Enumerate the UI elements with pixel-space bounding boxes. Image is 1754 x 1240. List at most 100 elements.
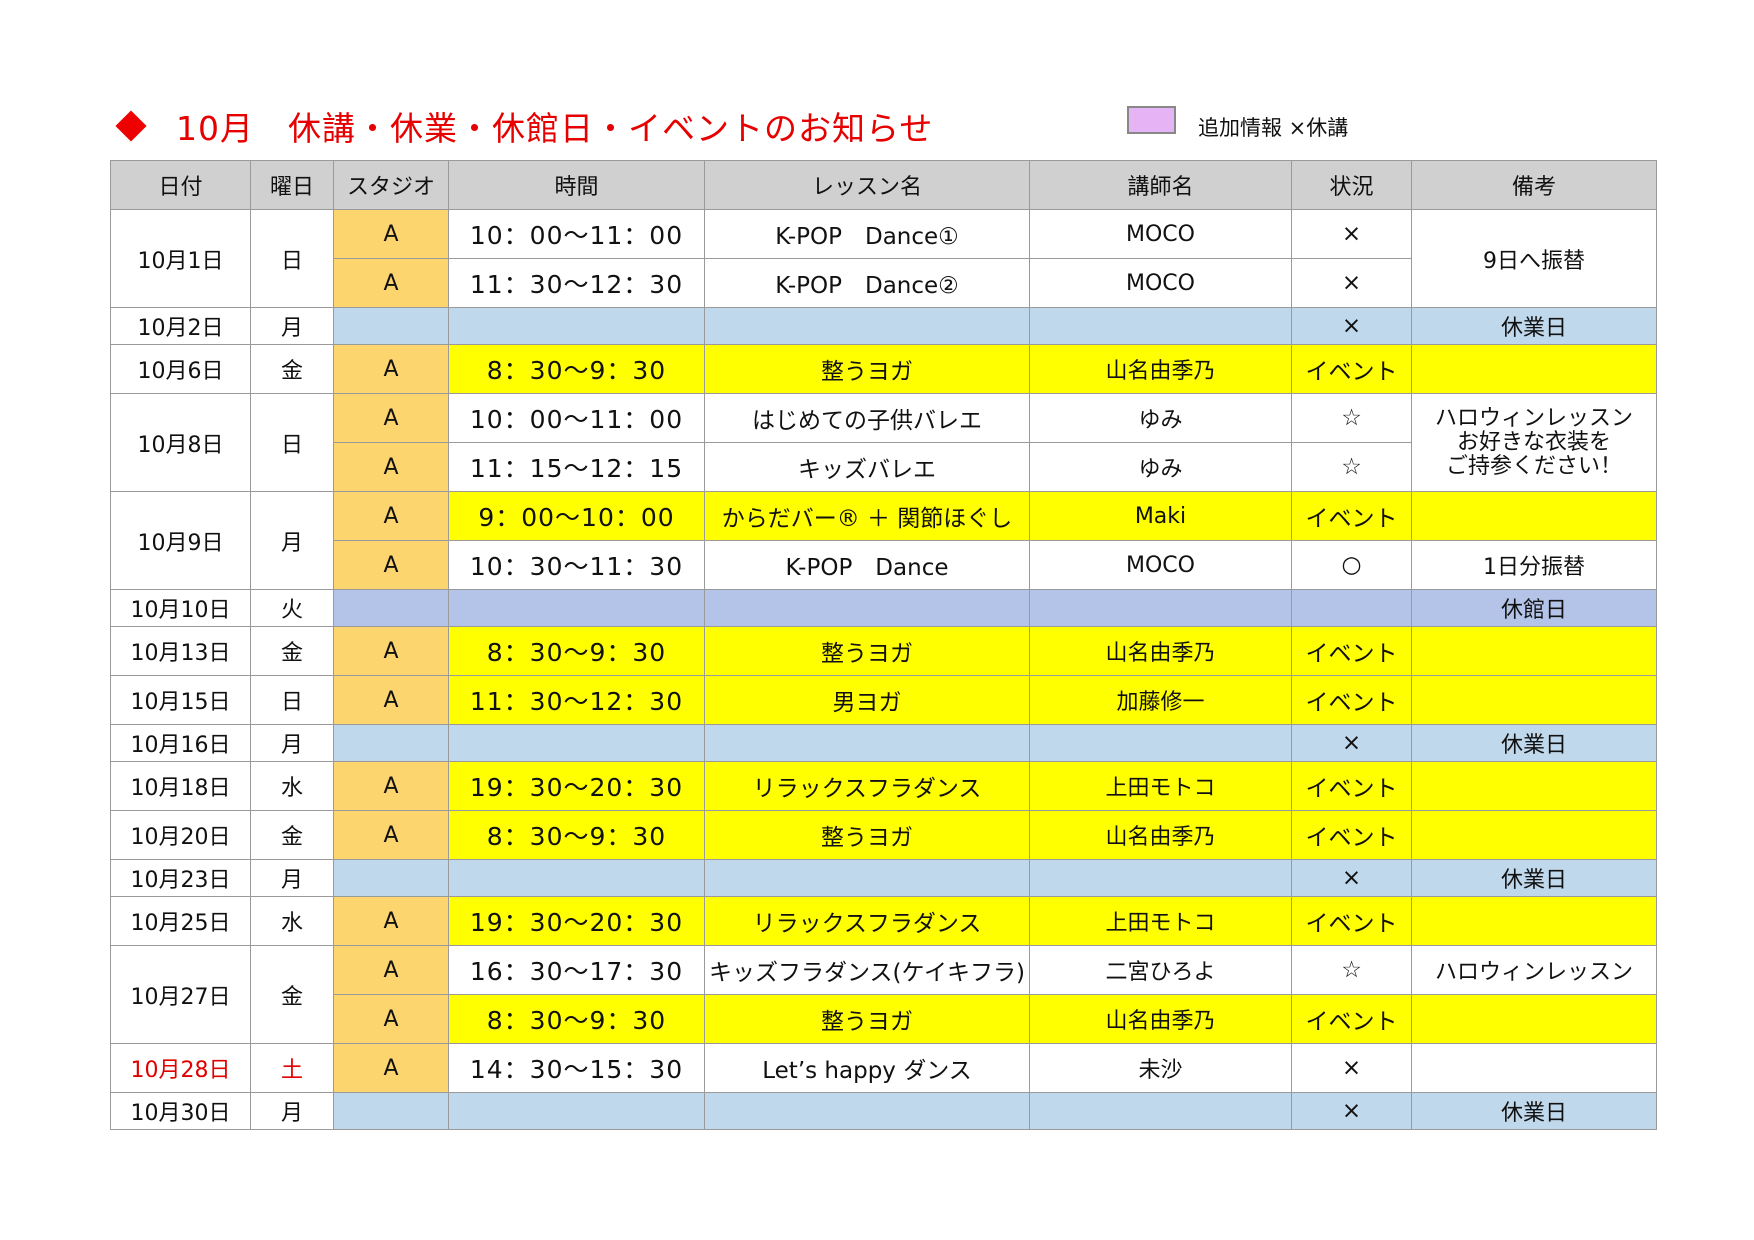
cell-status: イベント xyxy=(1291,626,1412,676)
header-status: 状況 xyxy=(1291,160,1412,210)
cell-instructor: 山名由季乃 xyxy=(1029,810,1292,860)
cell-instructor: MOCO xyxy=(1029,540,1292,590)
cell-note xyxy=(1411,344,1657,394)
cell-time: 8：30〜9：30 xyxy=(448,810,705,860)
note-line: お好きな衣装を xyxy=(1456,429,1611,455)
table-row: 10月1日 日 A 10：00〜11：00 K-POP Dance① MOCO … xyxy=(110,209,1657,308)
header-studio: スタジオ xyxy=(333,160,449,210)
cell-day: 金 xyxy=(250,810,334,860)
cell-note: 1日分振替 xyxy=(1411,540,1657,590)
cell-time: 10：00〜11：00 xyxy=(448,209,705,259)
header-row: 日付 曜日 スタジオ 時間 レッスン名 講師名 状況 備考 xyxy=(110,160,1657,210)
table-row-event: 10月20日 金 A 8：30〜9：30 整うヨガ 山名由季乃 イベント xyxy=(110,810,1657,860)
cell-day: 火 xyxy=(250,589,334,627)
cell-day: 月 xyxy=(250,491,334,590)
cell-lesson: リラックスフラダンス xyxy=(704,761,1030,811)
cell-day: 金 xyxy=(250,626,334,676)
cell-note: ハロウィンレッスン お好きな衣装を ご持参ください！ xyxy=(1411,393,1657,492)
cell-studio: A xyxy=(333,393,449,443)
cell-time: 11：30〜12：30 xyxy=(448,258,705,308)
cell-studio: A xyxy=(333,1043,449,1093)
table-row-closed: 10月10日 火 休館日 xyxy=(110,589,1657,627)
cell-lesson: リラックスフラダンス xyxy=(704,896,1030,946)
table-row: 10月27日 金 A 16：30〜17：30 キッズフラダンス(ケイキフラ) 二… xyxy=(110,945,1657,1044)
cell-lesson: 整うヨガ xyxy=(704,994,1030,1044)
header-lesson: レッスン名 xyxy=(704,160,1030,210)
cell-studio: A xyxy=(333,209,449,259)
cell-day: 水 xyxy=(250,761,334,811)
table-row-event: 10月13日 金 A 8：30〜9：30 整うヨガ 山名由季乃 イベント xyxy=(110,626,1657,676)
cell-studio: A xyxy=(333,945,449,995)
cell-status: ☆ xyxy=(1291,393,1412,443)
cell-lesson: 男ヨガ xyxy=(704,675,1030,725)
cell-status: × xyxy=(1291,724,1412,762)
cell-date: 10月20日 xyxy=(110,810,251,860)
cell-date: 10月15日 xyxy=(110,675,251,725)
cell-day: 日 xyxy=(250,675,334,725)
cell-day: 月 xyxy=(250,307,334,345)
cell-time: 9：00〜10：00 xyxy=(448,491,705,541)
page-title-area: 10月 休講・休業・休館日・イベントのお知らせ xyxy=(115,98,934,154)
table-row-event: 10月25日 水 A 19：30〜20：30 リラックスフラダンス 上田モトコ … xyxy=(110,896,1657,946)
cell-day: 月 xyxy=(250,724,334,762)
cell-lesson: キッズバレエ xyxy=(704,442,1030,492)
table-row-event: 10月9日 月 A 9：00〜10：00 からだバー® ＋ 関節ほぐし Maki… xyxy=(110,491,1657,590)
cell-time: 11：30〜12：30 xyxy=(448,675,705,725)
table-row-closed: 10月23日 月 × 休業日 xyxy=(110,859,1657,897)
cell-note: 休業日 xyxy=(1411,859,1657,897)
header-day: 曜日 xyxy=(250,160,334,210)
cell-date: 10月2日 xyxy=(110,307,251,345)
cell-lesson: K-POP Dance② xyxy=(704,258,1030,308)
table-row-closed: 10月16日 月 × 休業日 xyxy=(110,724,1657,762)
cell-instructor: 上田モトコ xyxy=(1029,761,1292,811)
cell-instructor: Maki xyxy=(1029,491,1292,541)
note-line: ご持参ください！ xyxy=(1445,453,1622,479)
cell-note: 休館日 xyxy=(1411,589,1657,627)
cell-date: 10月23日 xyxy=(110,859,251,897)
cell-note xyxy=(1411,626,1657,676)
table-row: 10月28日 土 A 14：30〜15：30 Let’s happy ダンス 未… xyxy=(110,1043,1657,1093)
cell-time: 8：30〜9：30 xyxy=(448,626,705,676)
table-row: 10月8日 日 A 10：00〜11：00 はじめての子供バレエ ゆみ ☆ ハロ… xyxy=(110,393,1657,492)
cell-instructor: ゆみ xyxy=(1029,393,1292,443)
cell-status: × xyxy=(1291,209,1412,259)
cell-studio: A xyxy=(333,258,449,308)
cell-studio: A xyxy=(333,540,449,590)
cell-instructor: 二宮ひろよ xyxy=(1029,945,1292,995)
cell-lesson: 整うヨガ xyxy=(704,626,1030,676)
cell-day: 日 xyxy=(250,209,334,308)
cell-note: 9日へ振替 xyxy=(1411,209,1657,308)
cell-note xyxy=(1411,810,1657,860)
cell-date: 10月27日 xyxy=(110,945,251,1044)
cell-instructor: 山名由季乃 xyxy=(1029,344,1292,394)
legend: 追加情報 ×休講 xyxy=(1127,106,1348,142)
cell-date: 10月18日 xyxy=(110,761,251,811)
cell-note xyxy=(1411,675,1657,725)
cell-studio: A xyxy=(333,675,449,725)
cell-day: 月 xyxy=(250,859,334,897)
cell-studio: A xyxy=(333,896,449,946)
cell-status xyxy=(1291,589,1412,627)
cell-day: 金 xyxy=(250,945,334,1044)
cell-note xyxy=(1411,761,1657,811)
cell-time: 10：30〜11：30 xyxy=(448,540,705,590)
legend-text: 追加情報 ×休講 xyxy=(1198,116,1349,140)
header-note: 備考 xyxy=(1411,160,1657,210)
cell-note xyxy=(1411,1043,1657,1093)
cell-lesson: からだバー® ＋ 関節ほぐし xyxy=(704,491,1030,541)
cell-lesson: 整うヨガ xyxy=(704,344,1030,394)
cell-studio: A xyxy=(333,761,449,811)
cell-date: 10月25日 xyxy=(110,896,251,946)
cell-date: 10月13日 xyxy=(110,626,251,676)
cell-day: 水 xyxy=(250,896,334,946)
cell-studio: A xyxy=(333,994,449,1044)
header-time: 時間 xyxy=(448,160,705,210)
cell-instructor: 山名由季乃 xyxy=(1029,994,1292,1044)
cell-time: 11：15〜12：15 xyxy=(448,442,705,492)
cell-status: × xyxy=(1291,307,1412,345)
cell-lesson: K-POP Dance① xyxy=(704,209,1030,259)
cell-lesson: はじめての子供バレエ xyxy=(704,393,1030,443)
page-title: 10月 休講・休業・休館日・イベントのお知らせ xyxy=(176,109,934,148)
cell-status: イベント xyxy=(1291,994,1412,1044)
cell-instructor: 加藤修一 xyxy=(1029,675,1292,725)
